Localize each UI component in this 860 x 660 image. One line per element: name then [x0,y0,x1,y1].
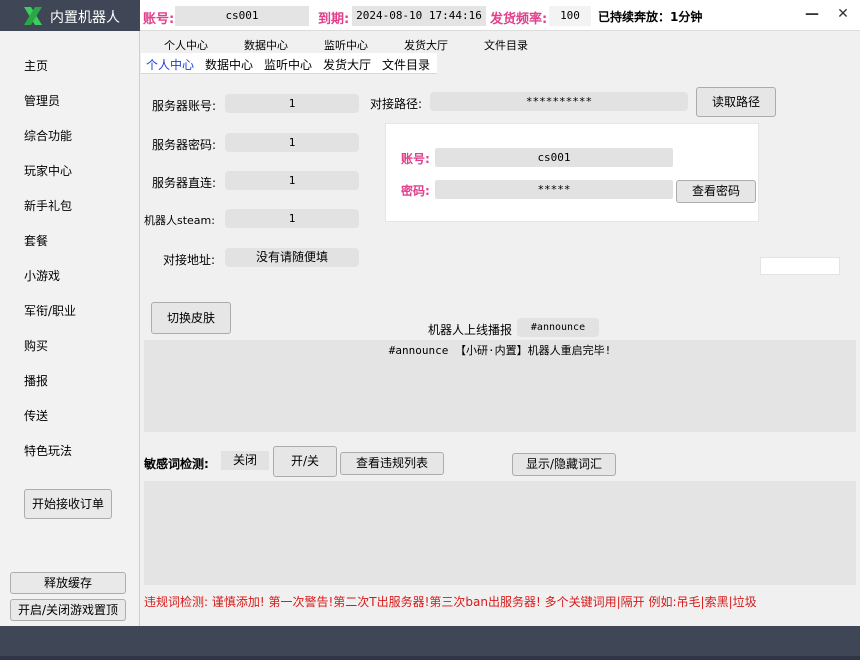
sidebar-item-player-center[interactable]: 玩家中心 [24,162,72,179]
sidebar-item-general[interactable]: 综合功能 [24,127,72,144]
view-password-button[interactable]: 查看密码 [676,180,756,203]
tab-delivery[interactable]: 发货大厅 [323,56,371,73]
sidebar-item-rank-job[interactable]: 军衔/职业 [24,302,76,319]
server-password-label: 服务器密码: [152,138,217,152]
account-label: 账号: [143,12,175,27]
upper-tab-personal[interactable]: 个人中心 [164,37,208,53]
app-title: 内置机器人 [50,10,120,26]
sidebar: 主页 管理员 综合功能 玩家中心 新手礼包 套餐 小游戏 军衔/职业 购买 播报… [0,31,140,626]
robot-steam-label: 机器人steam: [144,214,215,227]
account-field[interactable]: cs001 [175,6,309,26]
box-password-label: 密码: [401,184,430,198]
box-password-field[interactable]: ***** [435,180,673,199]
server-direct-field[interactable]: 1 [225,171,359,190]
connect-path-label: 对接路径: [370,97,423,111]
app-logo: 内置机器人 [0,0,140,31]
read-path-button[interactable]: 读取路径 [696,87,776,117]
tab-files[interactable]: 文件目录 [382,56,430,73]
server-password-field[interactable]: 1 [225,133,359,152]
sidebar-item-buy[interactable]: 购买 [24,337,48,354]
sidebar-item-newbie-gift[interactable]: 新手礼包 [24,197,72,214]
sidebar-item-teleport[interactable]: 传送 [24,407,48,424]
upper-tab-delivery[interactable]: 发货大厅 [404,37,448,53]
tab-monitor[interactable]: 监听中心 [264,56,312,73]
sidebar-item-home[interactable]: 主页 [24,57,48,74]
broadcast-message-area[interactable]: #announce 【小研·内置】机器人重启完毕! [144,340,856,432]
bottom-bar [0,626,860,660]
sidebar-item-broadcast[interactable]: 播报 [24,372,48,389]
title-bar: 内置机器人 账号: cs001 到期: 2024-08-10 17:44:16 … [0,0,860,31]
switch-skin-button[interactable]: 切换皮肤 [151,302,231,334]
start-orders-button[interactable]: 开始接收订单 [24,489,112,519]
robot-steam-field[interactable]: 1 [225,209,359,228]
connect-path-field[interactable]: ********** [430,92,688,111]
view-violation-list-button[interactable]: 查看违规列表 [340,452,444,475]
server-account-label: 服务器账号: [152,99,217,113]
tab-bar: 个人中心 数据中心 监听中心 发货大厅 文件目录 [141,53,437,74]
sidebar-item-features[interactable]: 特色玩法 [24,442,72,459]
server-direct-label: 服务器直连: [152,176,217,190]
app-logo-icon [24,7,42,25]
connect-address-field[interactable]: 没有请随便填 [225,248,359,267]
sensitive-toggle-button[interactable]: 开/关 [273,446,337,477]
show-hide-words-button[interactable]: 显示/隐藏词汇 [512,453,616,476]
frequency-label: 发货频率: [490,12,548,27]
bottom-bar-line [0,656,860,660]
account-box: 账号: cs001 密码: ***** 查看密码 [385,123,759,222]
upper-tab-monitor[interactable]: 监听中心 [324,37,368,53]
connect-address-label: 对接地址: [163,253,216,267]
sensitive-state-field: 关闭 [221,451,269,470]
sensitive-words-area[interactable] [144,481,856,585]
sensitive-warning-text: 违规词检测: 谨慎添加! 第一次警告!第二次T出服务器!第三次ban出服务器! … [144,595,757,609]
expire-field: 2024-08-10 17:44:16 [352,6,486,26]
broadcast-message-text: #announce 【小研·内置】机器人重启完毕! [388,344,612,357]
box-account-label: 账号: [401,152,430,166]
frequency-field[interactable]: 100 [549,6,591,26]
close-button[interactable]: ✕ [833,4,853,24]
tab-data[interactable]: 数据中心 [205,56,253,73]
broadcast-command-field[interactable]: #announce [517,318,599,337]
tab-personal[interactable]: 个人中心 [146,56,194,73]
main-panel: 个人中心 数据中心 监听中心 发货大厅 文件目录 个人中心 数据中心 监听中心 … [141,31,860,626]
runtime-status: 已持续奔放：1分钟 [598,10,703,24]
expire-label: 到期: [318,12,350,27]
broadcast-label: 机器人上线播报 [428,323,513,337]
sensitive-word-label: 敏感词检测: [144,457,209,471]
sidebar-item-admin[interactable]: 管理员 [24,92,60,109]
upper-tab-data[interactable]: 数据中心 [244,37,288,53]
sidebar-item-minigame[interactable]: 小游戏 [24,267,60,284]
server-account-field[interactable]: 1 [225,94,359,113]
release-cache-button[interactable]: 释放缓存 [10,572,126,594]
blank-input[interactable] [760,257,840,275]
upper-tab-files[interactable]: 文件目录 [484,37,528,53]
box-account-field[interactable]: cs001 [435,148,673,167]
sidebar-item-package[interactable]: 套餐 [24,232,48,249]
toggle-game-top-button[interactable]: 开启/关闭游戏置顶 [10,599,126,621]
minimize-button[interactable]: — [802,4,822,24]
